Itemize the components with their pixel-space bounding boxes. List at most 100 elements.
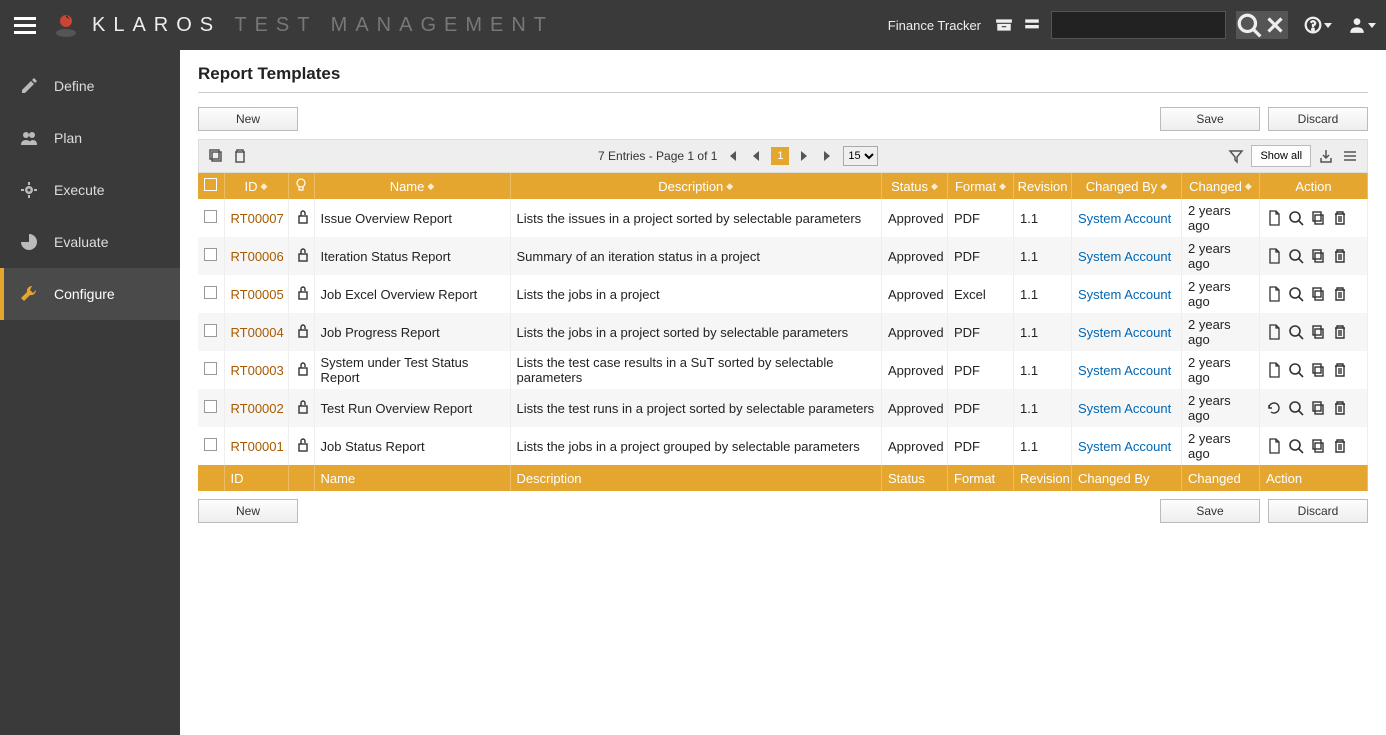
row-changed-by-link[interactable]: System Account — [1078, 439, 1171, 454]
first-page-icon[interactable] — [723, 147, 741, 165]
copy-icon[interactable] — [1310, 286, 1326, 302]
search-icon[interactable] — [1236, 11, 1262, 39]
refresh-icon[interactable] — [1266, 400, 1282, 416]
row-id-link[interactable]: RT00001 — [231, 439, 284, 454]
col-name[interactable]: Name◆ — [314, 173, 510, 199]
export-icon[interactable] — [1317, 147, 1335, 165]
col-changed-by[interactable]: Changed By◆ — [1072, 173, 1182, 199]
delete-icon[interactable] — [1332, 438, 1348, 454]
row-changed-by-link[interactable]: System Account — [1078, 249, 1171, 264]
row-changed-by-link[interactable]: System Account — [1078, 325, 1171, 340]
discard-button[interactable]: Discard — [1268, 107, 1368, 131]
page-size-select[interactable]: 15 — [843, 146, 878, 166]
last-page-icon[interactable] — [819, 147, 837, 165]
copy-icon[interactable] — [1310, 324, 1326, 340]
preview-icon[interactable] — [1288, 286, 1304, 302]
copy-icon[interactable] — [1310, 362, 1326, 378]
lock-icon — [295, 285, 311, 301]
preview-icon[interactable] — [1288, 248, 1304, 264]
row-changed: 2 years ago — [1182, 275, 1260, 313]
filter-icon[interactable] — [1227, 147, 1245, 165]
sidebar-item-plan[interactable]: Plan — [0, 112, 180, 164]
prev-page-icon[interactable] — [747, 147, 765, 165]
col-checkbox[interactable] — [198, 173, 224, 199]
row-changed-by-link[interactable]: System Account — [1078, 401, 1171, 416]
row-id-link[interactable]: RT00003 — [231, 363, 284, 378]
new-button[interactable]: New — [198, 107, 298, 131]
sidebar-item-configure[interactable]: Configure — [0, 268, 180, 320]
list-icon[interactable] — [1023, 16, 1041, 34]
row-name: Issue Overview Report — [314, 199, 510, 237]
col-changed[interactable]: Changed◆ — [1182, 173, 1260, 199]
pdf-icon[interactable] — [1266, 248, 1282, 264]
delete-icon[interactable] — [1332, 400, 1348, 416]
row-id-link[interactable]: RT00004 — [231, 325, 284, 340]
delete-icon[interactable] — [1332, 362, 1348, 378]
copy-icon[interactable] — [1310, 248, 1326, 264]
user-menu[interactable] — [1348, 16, 1376, 34]
table-controls: 7 Entries - Page 1 of 1 1 15 Show all — [198, 139, 1368, 173]
sidebar-item-evaluate[interactable]: Evaluate — [0, 216, 180, 268]
preview-icon[interactable] — [1288, 324, 1304, 340]
row-id-link[interactable]: RT00005 — [231, 287, 284, 302]
row-actions — [1266, 210, 1361, 226]
help-menu[interactable] — [1304, 16, 1332, 34]
preview-icon[interactable] — [1288, 210, 1304, 226]
copy-icon[interactable] — [1310, 210, 1326, 226]
row-checkbox[interactable] — [204, 248, 217, 261]
row-changed-by-link[interactable]: System Account — [1078, 211, 1171, 226]
delete-icon[interactable] — [1332, 210, 1348, 226]
row-checkbox[interactable] — [204, 438, 217, 451]
save-button[interactable]: Save — [1160, 499, 1260, 523]
show-all-button[interactable]: Show all — [1251, 145, 1311, 167]
row-changed-by-link[interactable]: System Account — [1078, 287, 1171, 302]
select-all-icon[interactable] — [207, 147, 225, 165]
menu-toggle-icon[interactable] — [10, 13, 40, 38]
sidebar-item-define[interactable]: Define — [0, 60, 180, 112]
col-format[interactable]: Format◆ — [948, 173, 1014, 199]
col-status[interactable]: Status◆ — [882, 173, 948, 199]
archive-icon[interactable] — [995, 16, 1013, 34]
search-input[interactable] — [1051, 11, 1226, 39]
row-id-link[interactable]: RT00006 — [231, 249, 284, 264]
row-description: Lists the jobs in a project grouped by s… — [510, 427, 882, 465]
pdf-icon[interactable] — [1266, 286, 1282, 302]
discard-button[interactable]: Discard — [1268, 499, 1368, 523]
col-bulb[interactable] — [288, 173, 314, 199]
delete-icon[interactable] — [1332, 286, 1348, 302]
copy-icon[interactable] — [1310, 400, 1326, 416]
lock-icon — [295, 361, 311, 377]
delete-icon[interactable] — [231, 147, 249, 165]
row-changed: 2 years ago — [1182, 313, 1260, 351]
row-id-link[interactable]: RT00002 — [231, 401, 284, 416]
pdf-icon[interactable] — [1266, 438, 1282, 454]
preview-icon[interactable] — [1288, 362, 1304, 378]
col-id[interactable]: ID◆ — [224, 173, 288, 199]
delete-icon[interactable] — [1332, 248, 1348, 264]
preview-icon[interactable] — [1288, 400, 1304, 416]
copy-icon[interactable] — [1310, 438, 1326, 454]
delete-icon[interactable] — [1332, 324, 1348, 340]
row-checkbox[interactable] — [204, 210, 217, 223]
pdf-icon[interactable] — [1266, 210, 1282, 226]
pdf-icon[interactable] — [1266, 362, 1282, 378]
row-checkbox[interactable] — [204, 286, 217, 299]
sidebar-item-execute[interactable]: Execute — [0, 164, 180, 216]
clear-search-icon[interactable] — [1262, 11, 1288, 39]
current-page[interactable]: 1 — [771, 147, 789, 165]
next-page-icon[interactable] — [795, 147, 813, 165]
sidebar-item-label: Plan — [54, 130, 82, 146]
row-changed-by-link[interactable]: System Account — [1078, 363, 1171, 378]
row-checkbox[interactable] — [204, 400, 217, 413]
row-checkbox[interactable] — [204, 324, 217, 337]
row-id-link[interactable]: RT00007 — [231, 211, 284, 226]
preview-icon[interactable] — [1288, 438, 1304, 454]
new-button[interactable]: New — [198, 499, 298, 523]
report-table: ID◆ Name◆ Description◆ Status◆ Format◆ R… — [198, 173, 1368, 491]
pdf-icon[interactable] — [1266, 324, 1282, 340]
col-description[interactable]: Description◆ — [510, 173, 882, 199]
columns-icon[interactable] — [1341, 147, 1359, 165]
col-revision[interactable]: Revision — [1014, 173, 1072, 199]
save-button[interactable]: Save — [1160, 107, 1260, 131]
row-checkbox[interactable] — [204, 362, 217, 375]
